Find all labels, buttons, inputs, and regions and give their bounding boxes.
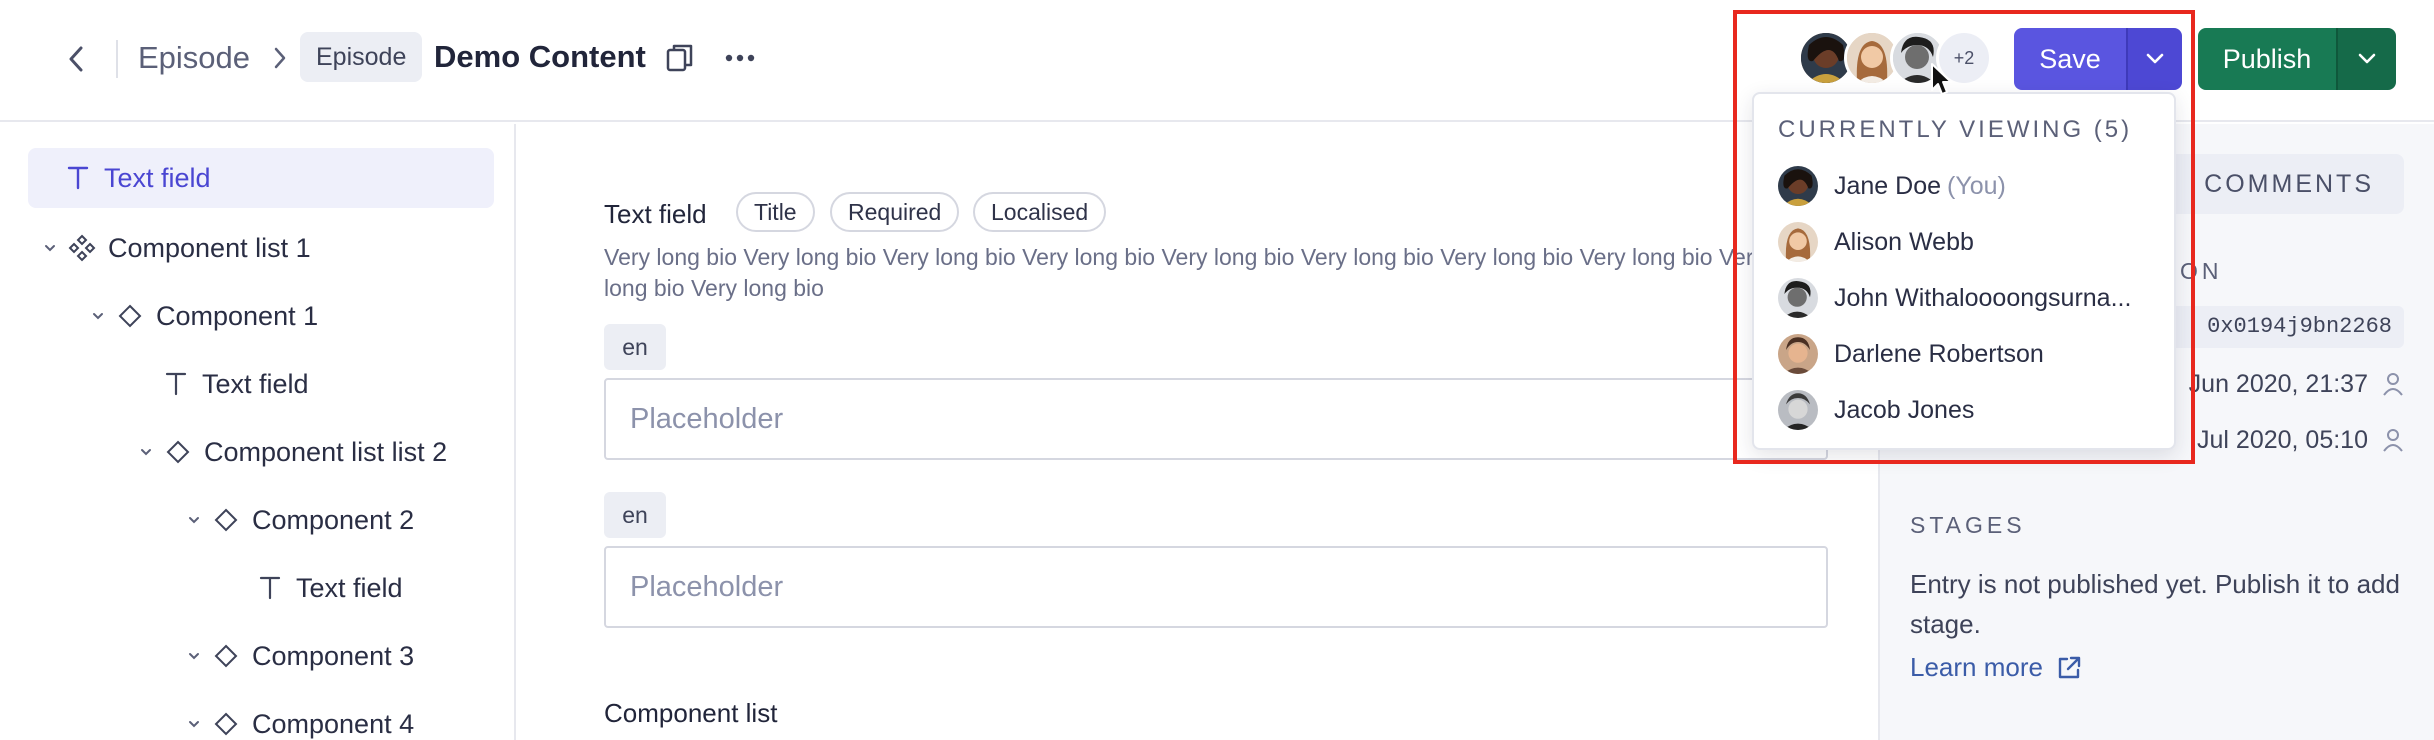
stages-text: Entry is not published yet. Publish it t… <box>1910 569 2400 639</box>
caret-down-icon[interactable] <box>184 714 204 734</box>
viewers-popover: CURRENTLY VIEWING (5) Jane Doe (You) Ali… <box>1752 92 2176 450</box>
breadcrumb-badge: Episode <box>300 32 423 82</box>
component-icon <box>212 506 240 534</box>
back-button[interactable] <box>58 38 94 80</box>
text-field-input[interactable]: Placeholder <box>604 546 1828 628</box>
editor-main: Text field Title Required Localised Very… <box>518 124 1878 740</box>
field-tag-title: Title <box>736 192 815 232</box>
field-description: Very long bio Very long bio Very long bi… <box>604 244 1765 301</box>
learn-more-label: Learn more <box>1910 652 2043 682</box>
chevron-right-icon <box>268 42 292 74</box>
chevron-down-icon <box>2146 53 2164 64</box>
avatar <box>1778 390 1818 430</box>
sidebar-item-text-field[interactable]: Text field <box>28 148 494 208</box>
sidebar-item-component-list-1[interactable]: Component list 1 <box>40 218 311 278</box>
sidebar-item-label: Text field <box>104 162 211 193</box>
created-date: Jun 2020, 21:37 <box>2188 369 2368 398</box>
components-icon <box>68 234 96 262</box>
sidebar-item-component-1[interactable]: Component 1 <box>88 286 318 346</box>
sidebar-item-label: Component 1 <box>156 300 319 331</box>
sidebar-item-label: Text field <box>202 368 309 399</box>
caret-down-icon[interactable] <box>40 238 60 258</box>
component-icon <box>164 438 192 466</box>
text-icon <box>64 164 92 192</box>
viewer-name: Jane Doe <box>1834 171 1942 200</box>
caret-down-icon[interactable] <box>184 510 204 530</box>
field-tag-localised: Localised <box>973 192 1107 232</box>
avatar <box>1778 166 1818 206</box>
save-button[interactable]: Save <box>2014 28 2126 90</box>
learn-more-link[interactable]: Learn more <box>1910 652 2083 683</box>
divider <box>116 40 118 78</box>
save-options-button[interactable] <box>2126 28 2182 90</box>
save-button-group: Save <box>2014 28 2182 90</box>
field-label: Text field <box>604 199 707 229</box>
field-tag-required: Required <box>830 192 960 232</box>
version-label: ON <box>2180 258 2223 284</box>
locale-badge: en <box>604 324 666 370</box>
component-icon <box>212 710 240 738</box>
component-icon <box>212 642 240 670</box>
avatar <box>1778 222 1818 262</box>
viewer-name: John Withaloooongsurna... <box>1834 283 2132 312</box>
caret-down-icon[interactable] <box>88 306 108 326</box>
viewer-name: Darlene Robertson <box>1834 339 2044 368</box>
text-field-input[interactable]: Placeholder <box>604 378 1828 460</box>
viewer-name: Alison Webb <box>1834 227 1974 256</box>
sidebar-item-label: Component list 1 <box>108 232 311 263</box>
page-title: Demo Content <box>434 39 646 74</box>
sidebar-item-label: Text field <box>296 572 403 603</box>
more-options-icon[interactable] <box>722 42 758 74</box>
publish-button-group: Publish <box>2198 28 2396 90</box>
copy-icon[interactable] <box>664 42 696 74</box>
text-icon <box>162 370 190 398</box>
sidebar-item-label: Component 2 <box>252 504 415 535</box>
popover-title: CURRENTLY VIEWING (5) <box>1778 116 2133 143</box>
sidebar-item-label: Component 3 <box>252 640 415 671</box>
sidebar-item-component-list-list-2[interactable]: Component list list 2 <box>136 422 447 482</box>
user-icon <box>2383 373 2403 396</box>
user-icon <box>2383 429 2403 452</box>
sidebar-item-label: Component 4 <box>252 708 415 739</box>
sidebar-item-text-field[interactable]: Text field <box>256 558 403 618</box>
caret-down-icon[interactable] <box>184 646 204 666</box>
viewer-name: Jacob Jones <box>1834 395 1975 424</box>
sidebar-item-component-4[interactable]: Component 4 <box>184 694 414 740</box>
updated-date: Jul 2020, 05:10 <box>2197 425 2368 454</box>
chevron-left-icon <box>69 46 83 72</box>
component-icon <box>116 302 144 330</box>
caret-down-icon[interactable] <box>136 442 156 462</box>
avatar <box>1778 278 1818 318</box>
viewer-item[interactable]: Jacob Jones <box>1778 388 2158 432</box>
publish-button[interactable]: Publish <box>2198 28 2336 90</box>
sidebar-item-text-field[interactable]: Text field <box>162 354 309 414</box>
stages-label: STAGES <box>1910 512 2026 538</box>
locale-badge: en <box>604 492 666 538</box>
you-suffix: (You) <box>1947 171 2006 200</box>
mouse-cursor-icon <box>1931 63 1952 95</box>
publish-options-button[interactable] <box>2336 28 2396 90</box>
avatar <box>1778 334 1818 374</box>
viewer-item[interactable]: Alison Webb <box>1778 220 2158 264</box>
viewer-item[interactable]: Jane Doe (You) <box>1778 164 2158 208</box>
text-icon <box>256 574 284 602</box>
external-link-icon <box>2058 656 2081 678</box>
viewer-item[interactable]: John Withaloooongsurna... <box>1778 276 2158 320</box>
viewer-item[interactable]: Darlene Robertson <box>1778 332 2158 376</box>
chevron-down-icon <box>2358 53 2376 64</box>
structure-sidebar: Text field Component list 1 Component 1 … <box>0 124 516 740</box>
sidebar-item-component-2[interactable]: Component 2 <box>184 490 414 550</box>
breadcrumb-model[interactable]: Episode <box>138 36 250 80</box>
component-list-label: Component list <box>604 698 778 728</box>
sidebar-item-component-3[interactable]: Component 3 <box>184 626 414 686</box>
sidebar-item-label: Component list list 2 <box>204 436 448 467</box>
